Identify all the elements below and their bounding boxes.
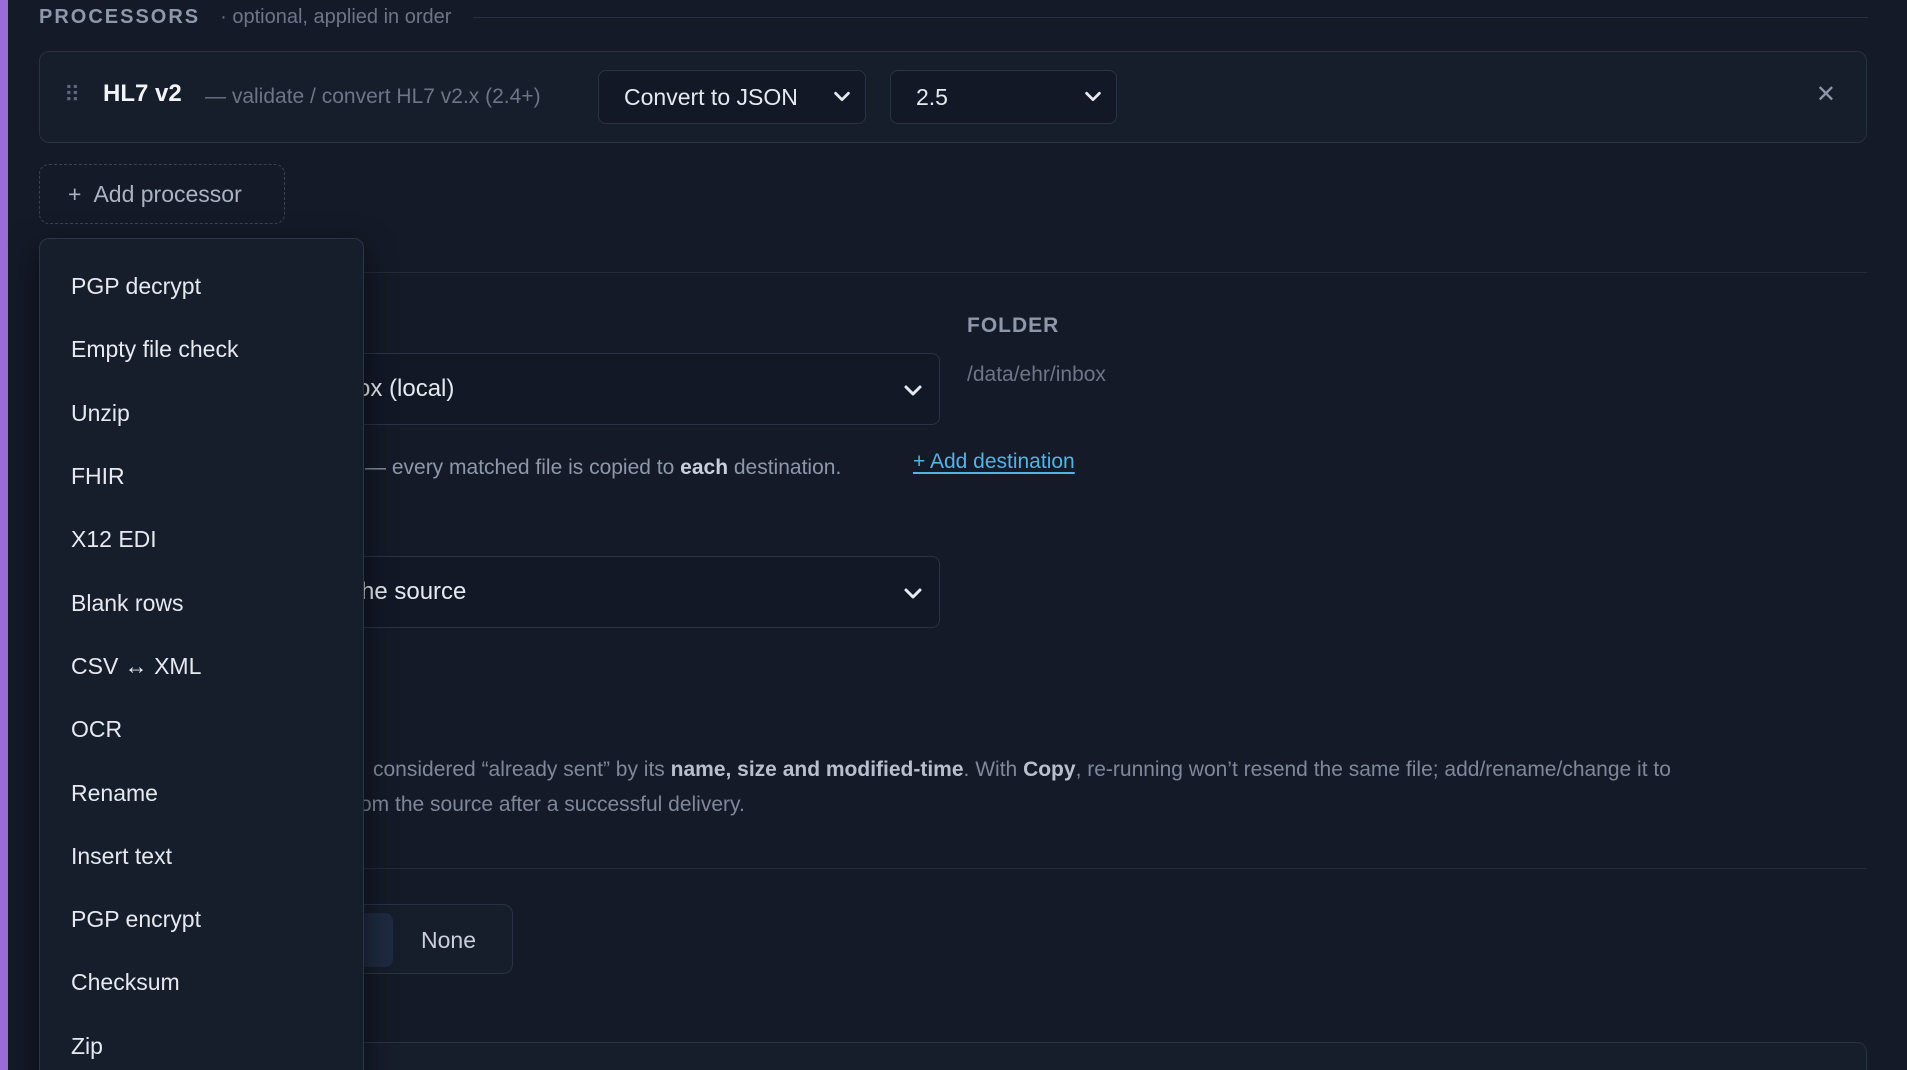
source-action-select[interactable]: he source [300, 556, 940, 628]
source-select-value: he source [361, 578, 467, 605]
section-divider [473, 16, 1868, 18]
segment-option-none[interactable]: None [421, 927, 476, 954]
processors-section-header: PROCESSORS · optional, applied in order [39, 2, 1868, 32]
remove-processor-icon[interactable]: ✕ [1816, 80, 1836, 109]
processor-description: — validate / convert HL7 v2.x (2.4+) [205, 85, 541, 108]
menu-item-unzip[interactable]: Unzip [40, 382, 363, 445]
chevron-down-icon [1085, 91, 1101, 102]
menu-item-x12-edi[interactable]: X12 EDI [40, 508, 363, 571]
folder-label: FOLDER [967, 314, 1060, 337]
section-title: PROCESSORS [39, 5, 201, 28]
explanation-line-1: considered “already sent” by its name, s… [373, 758, 1671, 781]
menu-item-pgp-decrypt[interactable]: PGP decrypt [40, 255, 363, 318]
divider [300, 272, 1867, 273]
chevron-down-icon [834, 91, 850, 102]
section-hint: · optional, applied in order [220, 5, 452, 28]
menu-item-zip[interactable]: Zip [40, 1015, 363, 1070]
menu-item-insert-text[interactable]: Insert text [40, 825, 363, 888]
mode-select[interactable]: Convert to JSON [598, 70, 866, 124]
processor-card-hl7: ⠿ HL7 v2 — validate / convert HL7 v2.x (… [39, 51, 1867, 143]
add-processor-dropdown: PGP decrypt Empty file check Unzip FHIR … [39, 238, 364, 1070]
drag-handle-icon[interactable]: ⠿ [64, 82, 80, 108]
menu-item-rename[interactable]: Rename [40, 761, 363, 824]
destination-select-value: ox (local) [357, 375, 455, 402]
version-select[interactable]: 2.5 [890, 70, 1117, 124]
menu-item-empty-file-check[interactable]: Empty file check [40, 318, 363, 381]
explanation-line-2: om the source after a successful deliver… [360, 793, 745, 816]
version-select-value: 2.5 [916, 83, 948, 110]
chevron-down-icon [904, 588, 922, 599]
destination-note: — every matched file is copied to each d… [365, 456, 842, 479]
accent-bar [0, 0, 8, 1070]
bottom-field[interactable] [300, 1042, 1867, 1070]
add-destination-link[interactable]: + Add destination [913, 450, 1075, 474]
menu-item-checksum[interactable]: Checksum [40, 951, 363, 1014]
menu-item-pgp-encrypt[interactable]: PGP encrypt [40, 888, 363, 951]
mode-select-value: Convert to JSON [624, 83, 798, 110]
destination-select[interactable]: ox (local) [300, 353, 940, 425]
plus-icon: + [68, 180, 82, 207]
processor-name: HL7 v2 [103, 80, 182, 107]
menu-item-csv-xml[interactable]: CSV ↔ XML [40, 635, 363, 698]
folder-path: /data/ehr/inbox [967, 363, 1106, 386]
menu-item-blank-rows[interactable]: Blank rows [40, 571, 363, 634]
menu-item-fhir[interactable]: FHIR [40, 445, 363, 508]
divider [300, 868, 1867, 869]
add-processor-button[interactable]: + Add processor [39, 164, 285, 224]
menu-item-ocr[interactable]: OCR [40, 698, 363, 761]
add-processor-label: Add processor [93, 180, 242, 207]
chevron-down-icon [904, 385, 922, 396]
